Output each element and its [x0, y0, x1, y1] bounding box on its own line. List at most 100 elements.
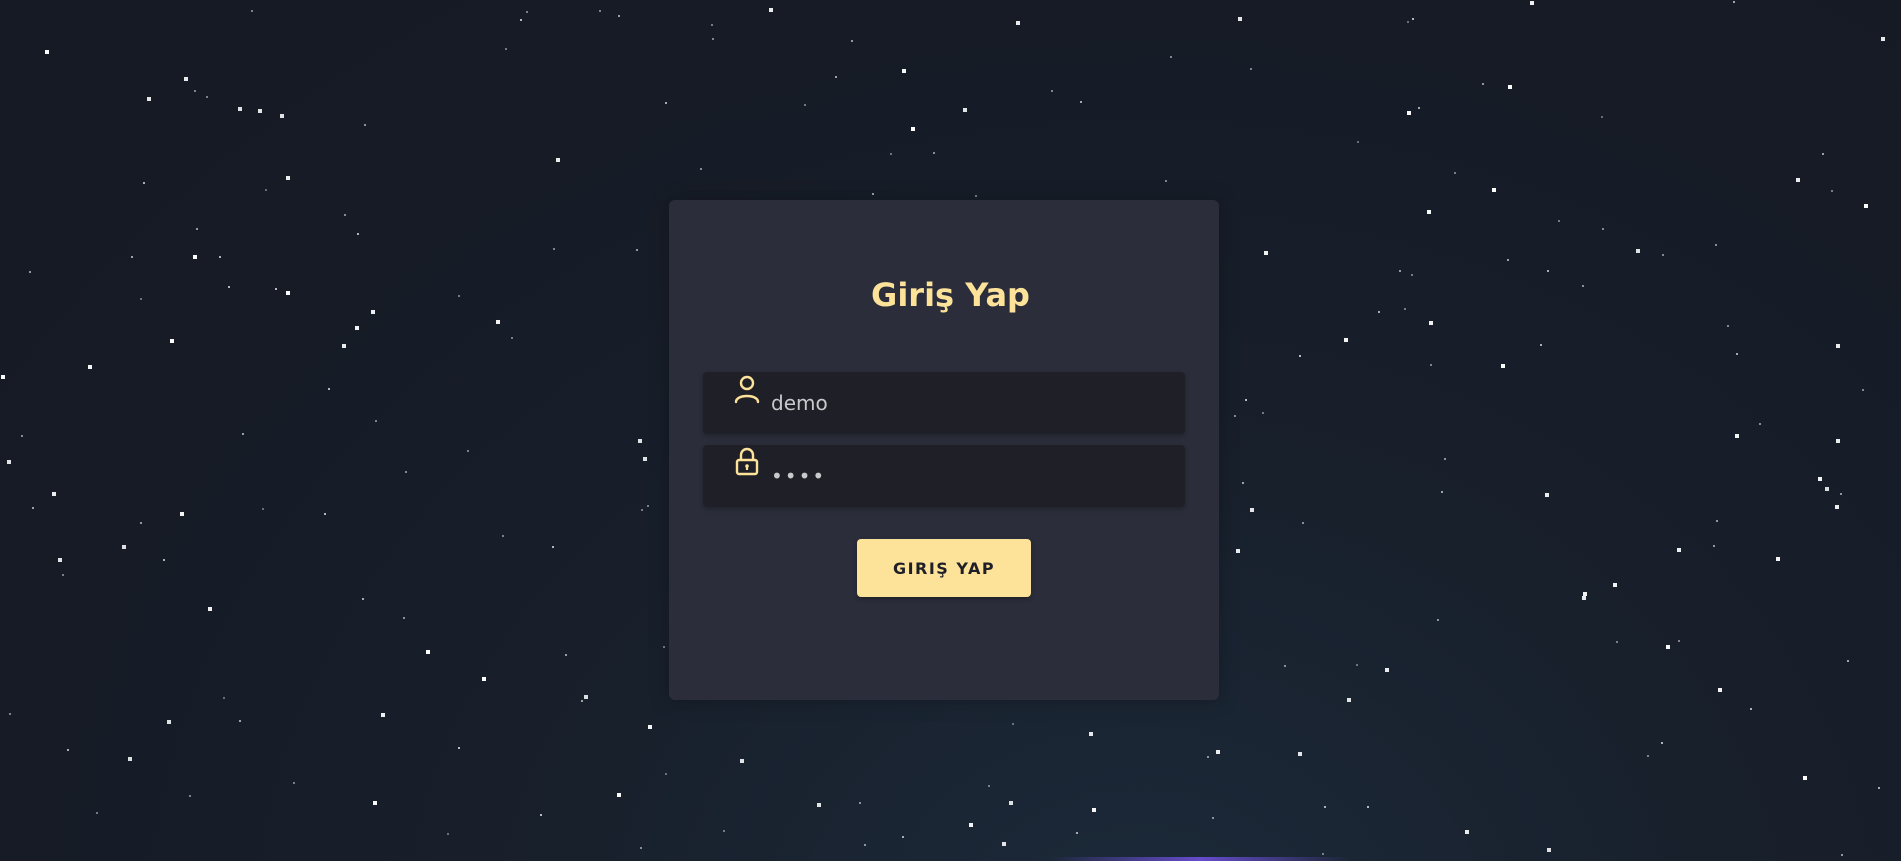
star [143, 182, 145, 184]
star [1418, 107, 1420, 109]
star [170, 339, 174, 343]
star [1407, 111, 1411, 115]
username-input[interactable] [771, 372, 1171, 434]
star [426, 650, 430, 654]
bottom-glow [1050, 857, 1350, 861]
star [1831, 190, 1833, 192]
star [1601, 116, 1603, 118]
star [890, 153, 892, 155]
star [1441, 491, 1443, 493]
star [219, 256, 221, 258]
star [1602, 228, 1604, 230]
star [700, 168, 702, 170]
star [835, 76, 837, 78]
star [58, 558, 62, 562]
star [1344, 338, 1348, 342]
star [1678, 640, 1680, 642]
star [712, 38, 714, 40]
star [355, 326, 359, 330]
star [1399, 270, 1401, 272]
star [1666, 645, 1670, 649]
star [1864, 204, 1868, 208]
star [364, 124, 366, 126]
star [1841, 854, 1843, 856]
star [520, 19, 522, 21]
star [617, 793, 621, 797]
star [1862, 389, 1864, 391]
star [505, 48, 507, 50]
star [7, 460, 11, 464]
star [167, 720, 171, 724]
star [584, 695, 588, 699]
star [1236, 549, 1240, 553]
star [1009, 801, 1013, 805]
star [1, 375, 5, 379]
star [1840, 493, 1842, 495]
login-submit-button[interactable]: GIRIŞ YAP [857, 539, 1031, 597]
star [1356, 664, 1358, 666]
star [9, 713, 11, 715]
star [251, 10, 253, 12]
star [194, 90, 196, 92]
star [1212, 817, 1214, 819]
star [648, 725, 652, 729]
star [196, 228, 198, 230]
star [29, 271, 31, 273]
star [1582, 596, 1586, 600]
star [1662, 254, 1664, 256]
star [1207, 756, 1209, 758]
star [482, 677, 486, 681]
star [975, 195, 977, 197]
star [1264, 251, 1268, 255]
star [1242, 482, 1244, 484]
star [21, 435, 23, 437]
password-input[interactable] [771, 445, 1171, 507]
star [96, 812, 98, 814]
star [262, 508, 264, 510]
star [1677, 548, 1681, 552]
star [206, 96, 208, 98]
lock-icon [731, 445, 763, 477]
star [1613, 583, 1617, 587]
star [242, 433, 244, 435]
star [1878, 787, 1880, 789]
star [911, 127, 915, 131]
star [1012, 723, 1014, 725]
star [52, 492, 56, 496]
star [1636, 249, 1640, 253]
star [62, 574, 64, 576]
star [180, 512, 184, 516]
star [223, 697, 225, 699]
star [1482, 83, 1484, 85]
star [618, 15, 620, 17]
star [663, 646, 665, 648]
star [344, 214, 346, 216]
star [556, 158, 560, 162]
star [1429, 321, 1433, 325]
star [723, 830, 725, 832]
star [1412, 18, 1414, 20]
star [458, 747, 460, 749]
star [1347, 698, 1351, 702]
star [641, 509, 643, 511]
star [1427, 210, 1431, 214]
star [189, 795, 191, 797]
star [1727, 325, 1729, 327]
star [1507, 259, 1509, 261]
star [88, 365, 92, 369]
star [1545, 493, 1549, 497]
star [1836, 344, 1840, 348]
username-field [703, 372, 1185, 434]
star [1322, 853, 1324, 855]
star [1736, 353, 1738, 355]
star [1238, 17, 1242, 21]
star [1245, 399, 1247, 401]
star [1508, 85, 1512, 89]
star [447, 833, 449, 835]
star [122, 545, 126, 549]
star [1540, 344, 1542, 346]
star [553, 248, 555, 250]
star [1803, 776, 1807, 780]
star [1250, 508, 1254, 512]
star [740, 759, 744, 763]
